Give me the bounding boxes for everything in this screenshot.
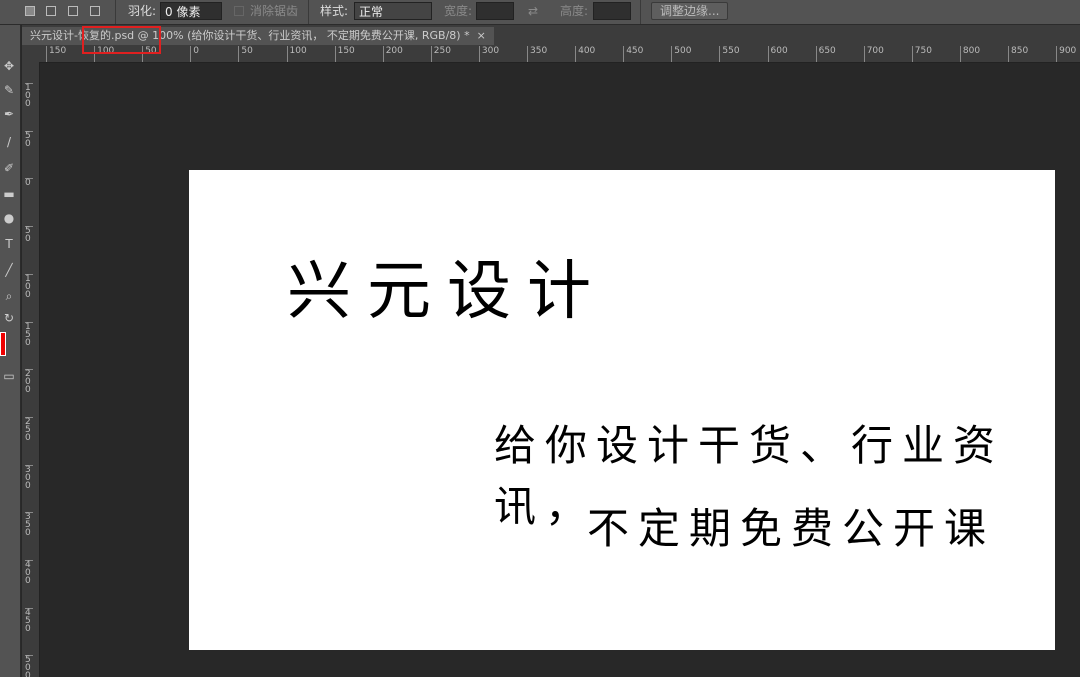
add-selection-icon[interactable] bbox=[46, 6, 56, 16]
ruler-label: 50 bbox=[238, 46, 253, 62]
ruler-label: 500 bbox=[671, 46, 691, 62]
ruler-label: 0 bbox=[190, 46, 199, 62]
foreground-color[interactable] bbox=[0, 332, 6, 356]
ruler-label: 100 bbox=[25, 273, 33, 299]
intersect-selection-icon[interactable] bbox=[90, 6, 100, 16]
ruler-label: 150 bbox=[334, 46, 355, 62]
antialias-label: 消除锯齿 bbox=[250, 4, 299, 18]
ruler-corner bbox=[22, 45, 40, 62]
move-icon[interactable]: ✥ bbox=[0, 57, 18, 75]
ruler-label: 900 bbox=[1056, 46, 1076, 62]
ruler-label: 50 bbox=[25, 130, 33, 148]
ruler-label: 250 bbox=[430, 46, 451, 62]
ruler-label: 250 bbox=[25, 416, 33, 442]
ruler-label: 450 bbox=[25, 607, 33, 633]
history-brush-icon[interactable]: ✐ bbox=[0, 159, 18, 177]
canvas-text-line2: 不定期免费公开课 bbox=[587, 504, 996, 553]
canvas-title-text: 兴元设计 bbox=[287, 255, 607, 329]
width-label: 宽度: bbox=[444, 4, 473, 18]
new-selection-icon[interactable] bbox=[25, 6, 35, 16]
screen-mode-icon[interactable]: ▭ bbox=[0, 367, 18, 385]
ruler-label: 850 bbox=[1008, 46, 1028, 62]
ruler-label: 600 bbox=[767, 46, 788, 62]
vertical-ruler: 100 50 0 50 100 150 200 250 300 350 400 450 500 bbox=[22, 62, 40, 677]
swap-icon[interactable]: ⇄ bbox=[528, 0, 538, 24]
feather-input[interactable]: 0 像素 bbox=[160, 2, 222, 20]
ruler-label: 200 bbox=[25, 369, 33, 395]
ruler-label: 650 bbox=[815, 46, 836, 62]
ruler-label: 800 bbox=[959, 46, 980, 62]
feather-label: 羽化: bbox=[128, 4, 157, 18]
document-tab-bar: 兴元设计-恢复的.psd @ 100% (给你设计干货、行业资讯， 不定期免费公… bbox=[22, 25, 1080, 45]
ruler-label: 400 bbox=[25, 560, 33, 586]
ruler-label: 200 bbox=[382, 46, 403, 62]
zoom-icon[interactable]: ⌕ bbox=[0, 287, 18, 305]
close-tab-icon[interactable]: × bbox=[477, 29, 486, 42]
toolbar: ✥ ✎ ✒ / ✐ ▬ ● T ╱ ⌕ ↻ ▭ bbox=[0, 25, 21, 677]
ruler-label: 300 bbox=[25, 464, 33, 490]
ruler-label: 700 bbox=[863, 46, 884, 62]
eyedropper-icon[interactable]: ✒ bbox=[0, 105, 18, 123]
ruler-label: 0 bbox=[25, 178, 33, 188]
subtract-selection-icon[interactable] bbox=[68, 6, 78, 16]
type-icon[interactable]: T bbox=[0, 235, 18, 253]
ruler-label: 150 bbox=[25, 321, 33, 347]
width-input[interactable] bbox=[476, 2, 514, 20]
document-canvas[interactable]: 兴元设计 给你设计干货、行业资讯， 不定期免费公开课 bbox=[189, 170, 1055, 650]
ruler-label: 450 bbox=[623, 46, 643, 62]
dodge-icon[interactable]: ● bbox=[0, 209, 18, 227]
ruler-label: 550 bbox=[719, 46, 740, 62]
pen-brush-icon[interactable]: / bbox=[0, 133, 18, 151]
height-label: 高度: bbox=[560, 4, 589, 18]
horizontal-ruler: 150 100 50 0 50 100 150 200 250 300 350 400 450 500 55… bbox=[40, 45, 1080, 63]
style-label: 样式: bbox=[320, 4, 349, 18]
ruler-label: 400 bbox=[575, 46, 595, 62]
height-input[interactable] bbox=[593, 2, 631, 20]
ruler-label: 150 bbox=[46, 46, 66, 62]
refine-edge-button[interactable]: 调整边缘... bbox=[651, 2, 729, 20]
antialias-checkbox[interactable] bbox=[234, 6, 244, 16]
ruler-label: 350 bbox=[25, 512, 33, 538]
rotate-icon[interactable]: ↻ bbox=[0, 309, 18, 327]
line-icon[interactable]: ╱ bbox=[0, 261, 18, 279]
gradient-icon[interactable]: ▬ bbox=[0, 185, 18, 203]
brush-icon[interactable]: ✎ bbox=[0, 81, 18, 99]
highlight-box bbox=[82, 26, 161, 54]
ruler-label: 100 bbox=[25, 83, 33, 109]
ruler-label: 100 bbox=[286, 46, 307, 62]
ruler-label: 500 bbox=[25, 655, 33, 677]
style-select[interactable]: 正常 bbox=[354, 2, 432, 20]
ruler-label: 750 bbox=[911, 46, 932, 62]
ruler-label: 50 bbox=[25, 226, 33, 244]
options-bar: 羽化: 0 像素 消除锯齿 样式: 正常 宽度: ⇄ 高度: 调整边缘... bbox=[0, 0, 1080, 25]
ruler-label: 300 bbox=[478, 46, 499, 62]
ruler-label: 350 bbox=[527, 46, 547, 62]
